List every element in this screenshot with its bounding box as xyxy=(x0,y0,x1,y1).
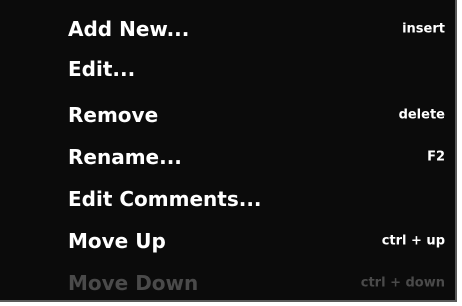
menu-item-shortcut: delete xyxy=(398,107,445,123)
menu-item-label: Move Down xyxy=(68,271,199,295)
menu-item-rename[interactable]: Rename... F2 xyxy=(0,138,455,176)
menu-item-label: Add New... xyxy=(68,17,190,41)
menu-item-edit[interactable]: Edit... xyxy=(0,50,455,88)
menu-item-edit-comments[interactable]: Edit Comments... xyxy=(0,180,455,218)
context-menu: Add New... insert Edit... Remove delete … xyxy=(0,0,457,302)
menu-item-shortcut: insert xyxy=(402,21,445,37)
menu-item-remove[interactable]: Remove delete xyxy=(0,96,455,134)
menu-item-shortcut: ctrl + up xyxy=(381,233,445,249)
menu-item-label: Remove xyxy=(68,103,159,127)
menu-item-label: Move Up xyxy=(68,229,166,253)
menu-item-label: Edit... xyxy=(68,57,136,81)
menu-item-shortcut: ctrl + down xyxy=(360,275,445,291)
menu-item-shortcut: F2 xyxy=(427,149,445,165)
menu-item-label: Rename... xyxy=(68,145,182,169)
menu-item-move-up[interactable]: Move Up ctrl + up xyxy=(0,222,455,260)
menu-item-move-down: Move Down ctrl + down xyxy=(0,264,455,302)
menu-item-label: Edit Comments... xyxy=(68,187,262,211)
menu-item-add-new[interactable]: Add New... insert xyxy=(0,10,455,48)
